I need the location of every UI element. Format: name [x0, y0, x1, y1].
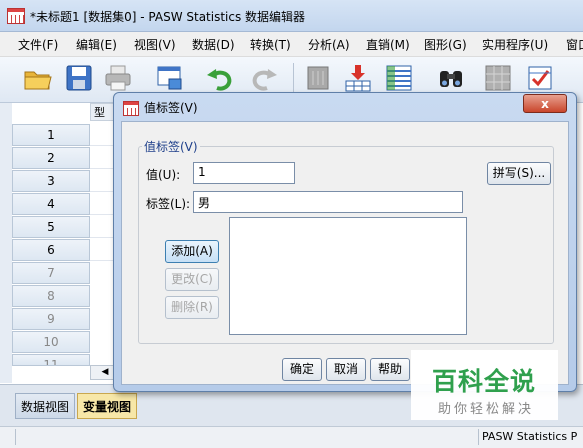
spell-button[interactable]: 拼写(S)...	[487, 162, 551, 185]
find-icon[interactable]	[436, 63, 466, 93]
spreadsheet-icon	[7, 8, 25, 24]
dialog-recall-icon[interactable]	[155, 63, 185, 93]
menu-file[interactable]: 文件(F)	[18, 36, 58, 53]
row-header[interactable]: 4	[12, 193, 90, 215]
row-header[interactable]: 7	[12, 262, 90, 284]
insert-cases-icon[interactable]	[343, 63, 373, 93]
toolbar-separator	[293, 63, 294, 95]
tab-variable-view[interactable]: 变量视图	[77, 393, 137, 419]
value-field-label: 值(U):	[146, 168, 181, 182]
undo-icon[interactable]	[205, 63, 235, 93]
watermark-slogan: 助你轻松解决	[438, 402, 535, 417]
change-button[interactable]: 更改(C)	[165, 268, 219, 291]
row-header[interactable]: 2	[12, 147, 90, 169]
help-button[interactable]: 帮助	[370, 358, 410, 381]
value-input[interactable]: 1	[193, 162, 295, 184]
menu-direct-marketing[interactable]: 直销(M)	[366, 36, 410, 53]
menu-analyze[interactable]: 分析(A)	[308, 36, 350, 53]
spreadsheet-icon	[123, 101, 139, 116]
dialog-title: 值标签(V)	[144, 101, 198, 115]
split-file-icon[interactable]	[483, 63, 513, 93]
grid-left-border	[0, 103, 12, 383]
row-header[interactable]: 1	[12, 124, 90, 146]
tab-data-view[interactable]: 数据视图	[15, 393, 75, 419]
menu-graphs[interactable]: 图形(G)	[424, 36, 467, 53]
menu-edit[interactable]: 编辑(E)	[76, 36, 117, 53]
row-header[interactable]: 3	[12, 170, 90, 192]
add-button[interactable]: 添加(A)	[165, 240, 219, 263]
dialog-body: 值标签(V) 值(U): 1 标签(L): 男 拼写(S)... 添加(A) 更…	[121, 121, 569, 385]
window-titlebar: *未标题1 [数据集0] - PASW Statistics 数据编辑器	[0, 0, 583, 32]
row-header[interactable]: 11	[12, 354, 90, 366]
status-text: PASW Statistics P	[482, 430, 578, 443]
open-folder-icon[interactable]	[22, 63, 52, 93]
menu-transform[interactable]: 转换(T)	[250, 36, 291, 53]
variables-icon[interactable]	[384, 63, 414, 93]
save-icon[interactable]	[64, 63, 94, 93]
label-input[interactable]: 男	[193, 191, 463, 213]
cancel-button[interactable]: 取消	[326, 358, 366, 381]
menu-view[interactable]: 视图(V)	[134, 36, 176, 53]
goto-case-icon[interactable]	[303, 63, 333, 93]
menu-window[interactable]: 窗口	[566, 36, 583, 53]
group-label: 值标签(V)	[142, 138, 200, 155]
remove-button[interactable]: 删除(R)	[165, 296, 219, 319]
menu-data[interactable]: 数据(D)	[192, 36, 235, 53]
weight-cases-icon[interactable]	[525, 63, 555, 93]
close-button[interactable]: x	[523, 94, 567, 113]
status-bar: PASW Statistics P	[0, 426, 583, 448]
status-separator	[15, 429, 16, 445]
value-labels-dialog: 值标签(V) x 值标签(V) 值(U): 1 标签(L): 男 拼写(S)..…	[113, 92, 577, 392]
redo-icon[interactable]	[249, 63, 279, 93]
row-header[interactable]: 8	[12, 285, 90, 307]
row-header[interactable]: 6	[12, 239, 90, 261]
window-title: *未标题1 [数据集0] - PASW Statistics 数据编辑器	[30, 10, 306, 24]
menu-utilities[interactable]: 实用程序(U)	[482, 36, 548, 53]
menu-bar: 文件(F) 编辑(E) 视图(V) 数据(D) 转换(T) 分析(A) 直销(M…	[0, 32, 583, 57]
value-labels-list[interactable]	[229, 217, 467, 335]
row-header[interactable]: 9	[12, 308, 90, 330]
status-separator	[478, 429, 479, 445]
ok-button[interactable]: 确定	[282, 358, 322, 381]
row-header[interactable]: 5	[12, 216, 90, 238]
label-field-label: 标签(L):	[146, 197, 191, 211]
watermark-logo-text: 百科全说	[432, 367, 537, 396]
print-icon[interactable]	[103, 63, 133, 93]
row-header[interactable]: 10	[12, 331, 90, 353]
